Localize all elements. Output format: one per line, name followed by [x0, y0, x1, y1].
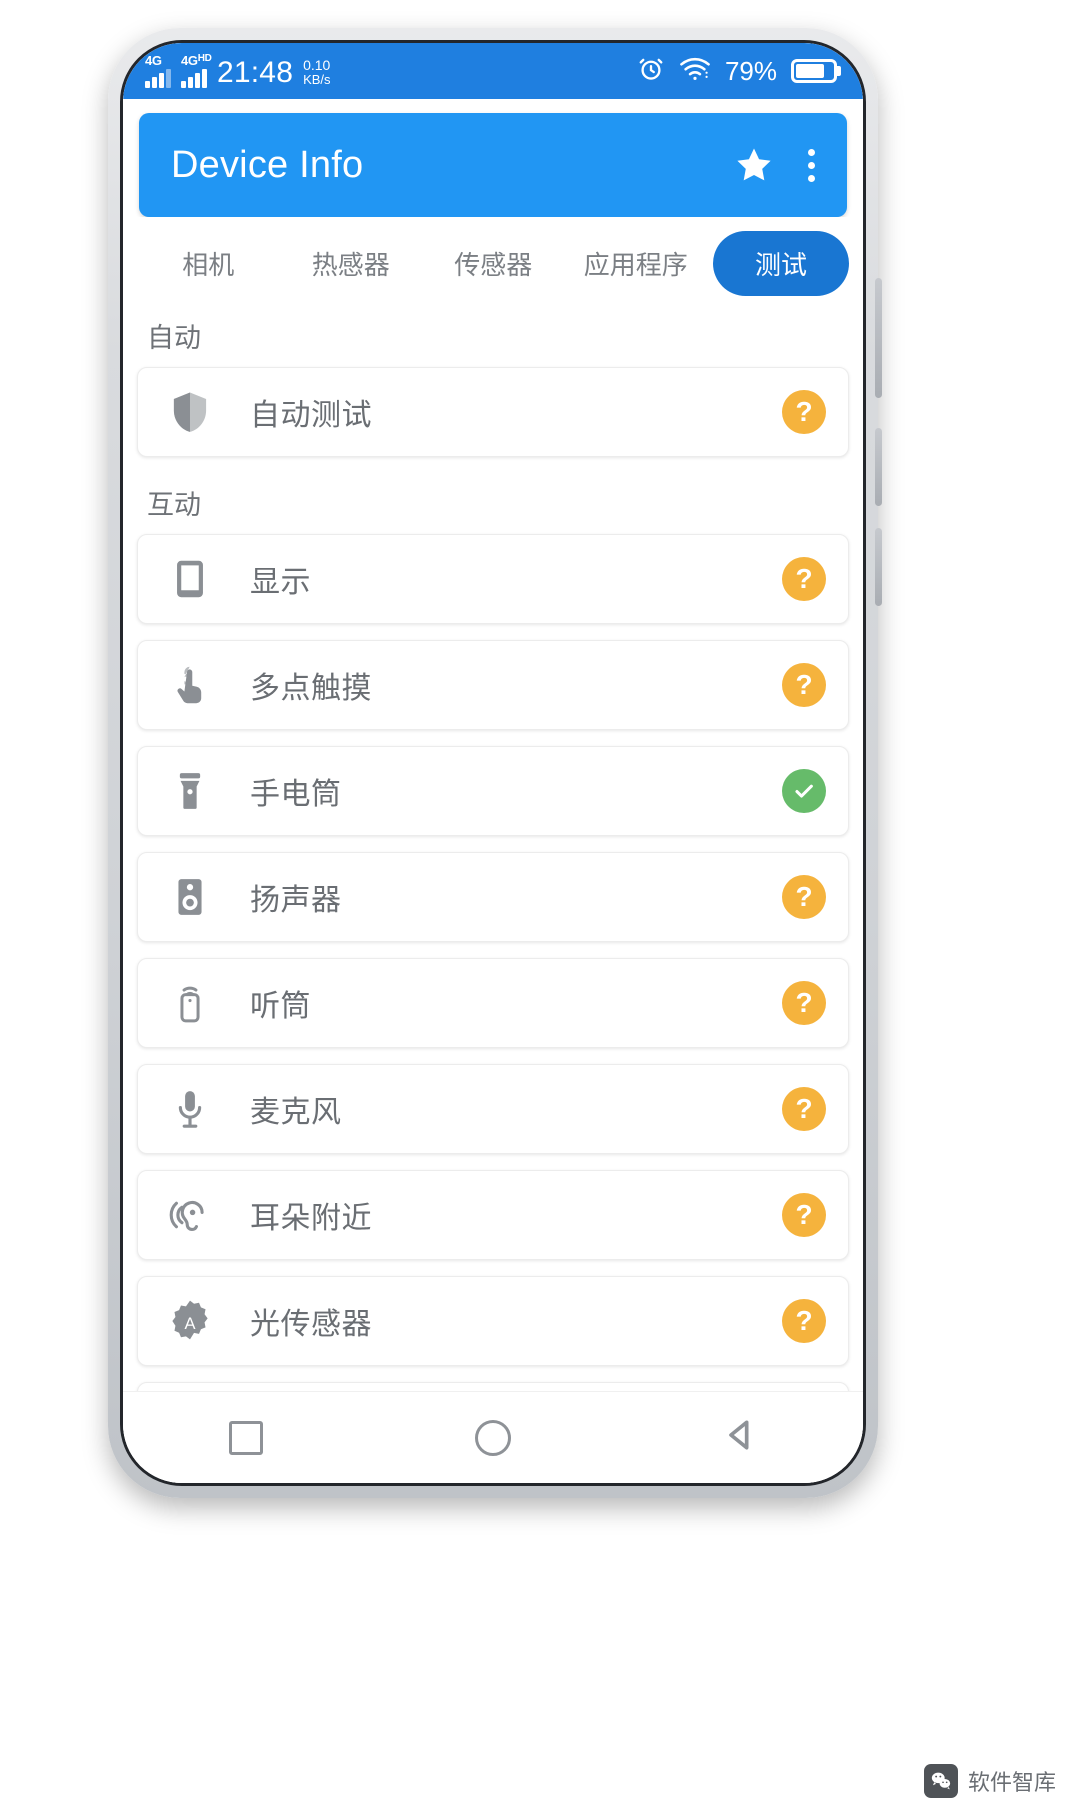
list-item-label: 手电筒	[250, 778, 342, 811]
status-badge-pass[interactable]	[782, 769, 826, 813]
status-badge-unknown[interactable]: ?	[782, 1299, 826, 1343]
status-badge-unknown[interactable]: ?	[782, 557, 826, 601]
side-button-volume-down[interactable]	[875, 428, 882, 506]
proximity-ear-icon	[164, 1189, 216, 1241]
wechat-logo-icon	[923, 1764, 958, 1798]
list-item-light-sensor[interactable]: A 光传感器 ?	[137, 1276, 849, 1366]
list-item-label: 听筒	[250, 990, 311, 1023]
more-vertical-icon[interactable]	[801, 145, 821, 186]
speaker-icon	[164, 871, 216, 923]
signal-bar	[195, 72, 200, 88]
svg-text:A: A	[185, 1315, 196, 1333]
signal-bar	[159, 72, 164, 88]
list-item-earpiece[interactable]: 听筒 ?	[137, 958, 849, 1048]
triangle-back-icon	[720, 1415, 760, 1460]
screenshot-root: 4G 4GHD 21:48 0.10 KB/s 79% Device Info …	[0, 0, 1080, 1816]
signal-bar	[188, 76, 193, 88]
list-item-flashlight[interactable]: 手电筒	[137, 746, 849, 836]
alarm-clock-icon	[637, 55, 665, 88]
app-content: Device Info 相机 热感器 传感器 应用程序 测试 自动 自动测试 ?…	[123, 99, 863, 1483]
section-title-interactive: 互动	[147, 490, 201, 520]
kebab-dot	[807, 148, 815, 156]
shield-icon	[164, 386, 216, 438]
signal-bar	[152, 76, 157, 88]
status-bar-clock: 21:48	[217, 55, 294, 89]
network-type-label-sim1: 4G	[145, 52, 162, 68]
section-title-automatic: 自动	[147, 323, 201, 353]
signal-bar	[181, 80, 186, 88]
network-speed-value: 0.10	[303, 57, 331, 74]
app-bar: Device Info	[139, 113, 847, 217]
wifi-icon	[679, 56, 711, 87]
list-item-microphone[interactable]: 麦克风 ?	[137, 1064, 849, 1154]
tab-apps[interactable]: 应用程序	[565, 233, 708, 294]
battery-icon	[791, 59, 837, 83]
signal-bar	[145, 80, 150, 88]
list-item-accelerometer[interactable]: 加速计 ?	[137, 1382, 849, 1391]
watermark: 软件智库	[923, 1764, 1056, 1798]
list-item-speaker[interactable]: 扬声器 ?	[137, 852, 849, 942]
side-button-volume-up[interactable]	[875, 278, 882, 398]
battery-fill-level	[796, 64, 825, 78]
network-speed-unit: KB/s	[303, 71, 331, 87]
battery-percent-label: 79%	[724, 55, 777, 86]
status-badge-unknown[interactable]: ?	[782, 1193, 826, 1237]
signal-bar	[202, 68, 207, 88]
back-button[interactable]	[714, 1412, 766, 1464]
home-button[interactable]	[467, 1412, 519, 1464]
earpiece-icon	[164, 977, 216, 1029]
circle-icon	[474, 1419, 511, 1456]
list-item-auto-test[interactable]: 自动测试 ?	[137, 367, 849, 457]
smartphone-icon	[164, 553, 216, 605]
status-badge-unknown[interactable]: ?	[782, 875, 826, 919]
status-badge-unknown[interactable]: ?	[782, 1087, 826, 1131]
list-item-label: 麦克风	[250, 1096, 342, 1129]
phone-frame: 4G 4GHD 21:48 0.10 KB/s 79% Device Info …	[108, 28, 882, 1498]
microphone-icon	[164, 1083, 216, 1135]
list-item-label: 显示	[250, 566, 311, 599]
tab-tests[interactable]: 测试	[713, 231, 849, 296]
watermark-text: 软件智库	[967, 1770, 1056, 1795]
tab-thermal[interactable]: 热感器	[280, 233, 423, 294]
status-bar-right: 79%	[637, 55, 837, 88]
status-bar-left: 4G 4GHD 21:48 0.10 KB/s	[145, 52, 637, 89]
phone-screen: 4G 4GHD 21:48 0.10 KB/s 79% Device Info …	[123, 43, 863, 1483]
list-item-label: 光传感器	[250, 1308, 372, 1341]
network-type-label-sim2: 4GHD	[181, 52, 212, 68]
recents-button[interactable]	[220, 1412, 272, 1464]
kebab-dot	[807, 161, 815, 169]
network-speed-indicator: 0.10 KB/s	[303, 58, 330, 86]
list-item-multitouch[interactable]: 多点触摸 ?	[137, 640, 849, 730]
signal-bar	[166, 68, 171, 88]
list-item-label: 耳朵附近	[250, 1202, 372, 1235]
app-title: Device Info	[171, 143, 364, 186]
list-item-display[interactable]: 显示 ?	[137, 534, 849, 624]
list-item-label: 扬声器	[250, 884, 342, 917]
tab-sensors[interactable]: 传感器	[422, 233, 565, 294]
side-button-power[interactable]	[875, 528, 882, 606]
touch-gesture-icon	[164, 659, 216, 711]
status-bar: 4G 4GHD 21:48 0.10 KB/s 79%	[123, 43, 863, 99]
status-badge-unknown[interactable]: ?	[782, 981, 826, 1025]
list-item-proximity[interactable]: 耳朵附近 ?	[137, 1170, 849, 1260]
tab-bar: 相机 热感器 传感器 应用程序 测试	[123, 217, 863, 306]
status-badge-unknown[interactable]: ?	[782, 390, 826, 434]
test-list-scroll-area[interactable]: 自动 自动测试 ? 互动 显示 ? 多点触摸 ? 手电筒 扬声器 ? 听筒 ? …	[123, 306, 863, 1391]
status-badge-unknown[interactable]: ?	[782, 663, 826, 707]
square-icon	[229, 1420, 264, 1455]
kebab-dot	[807, 174, 815, 182]
signal-indicator-sim2: 4GHD	[181, 53, 212, 88]
appbar-actions	[733, 144, 821, 186]
android-navigation-bar	[123, 1391, 863, 1483]
star-icon[interactable]	[733, 144, 775, 186]
phone-bezel: 4G 4GHD 21:48 0.10 KB/s 79% Device Info …	[120, 40, 866, 1486]
list-item-label: 多点触摸	[250, 672, 372, 705]
light-sensor-icon: A	[164, 1295, 216, 1347]
tab-camera[interactable]: 相机	[137, 233, 280, 294]
appbar-container: Device Info	[123, 99, 863, 217]
flashlight-icon	[164, 765, 216, 817]
signal-indicator-sim1: 4G	[145, 52, 171, 88]
list-item-label: 自动测试	[250, 399, 372, 432]
